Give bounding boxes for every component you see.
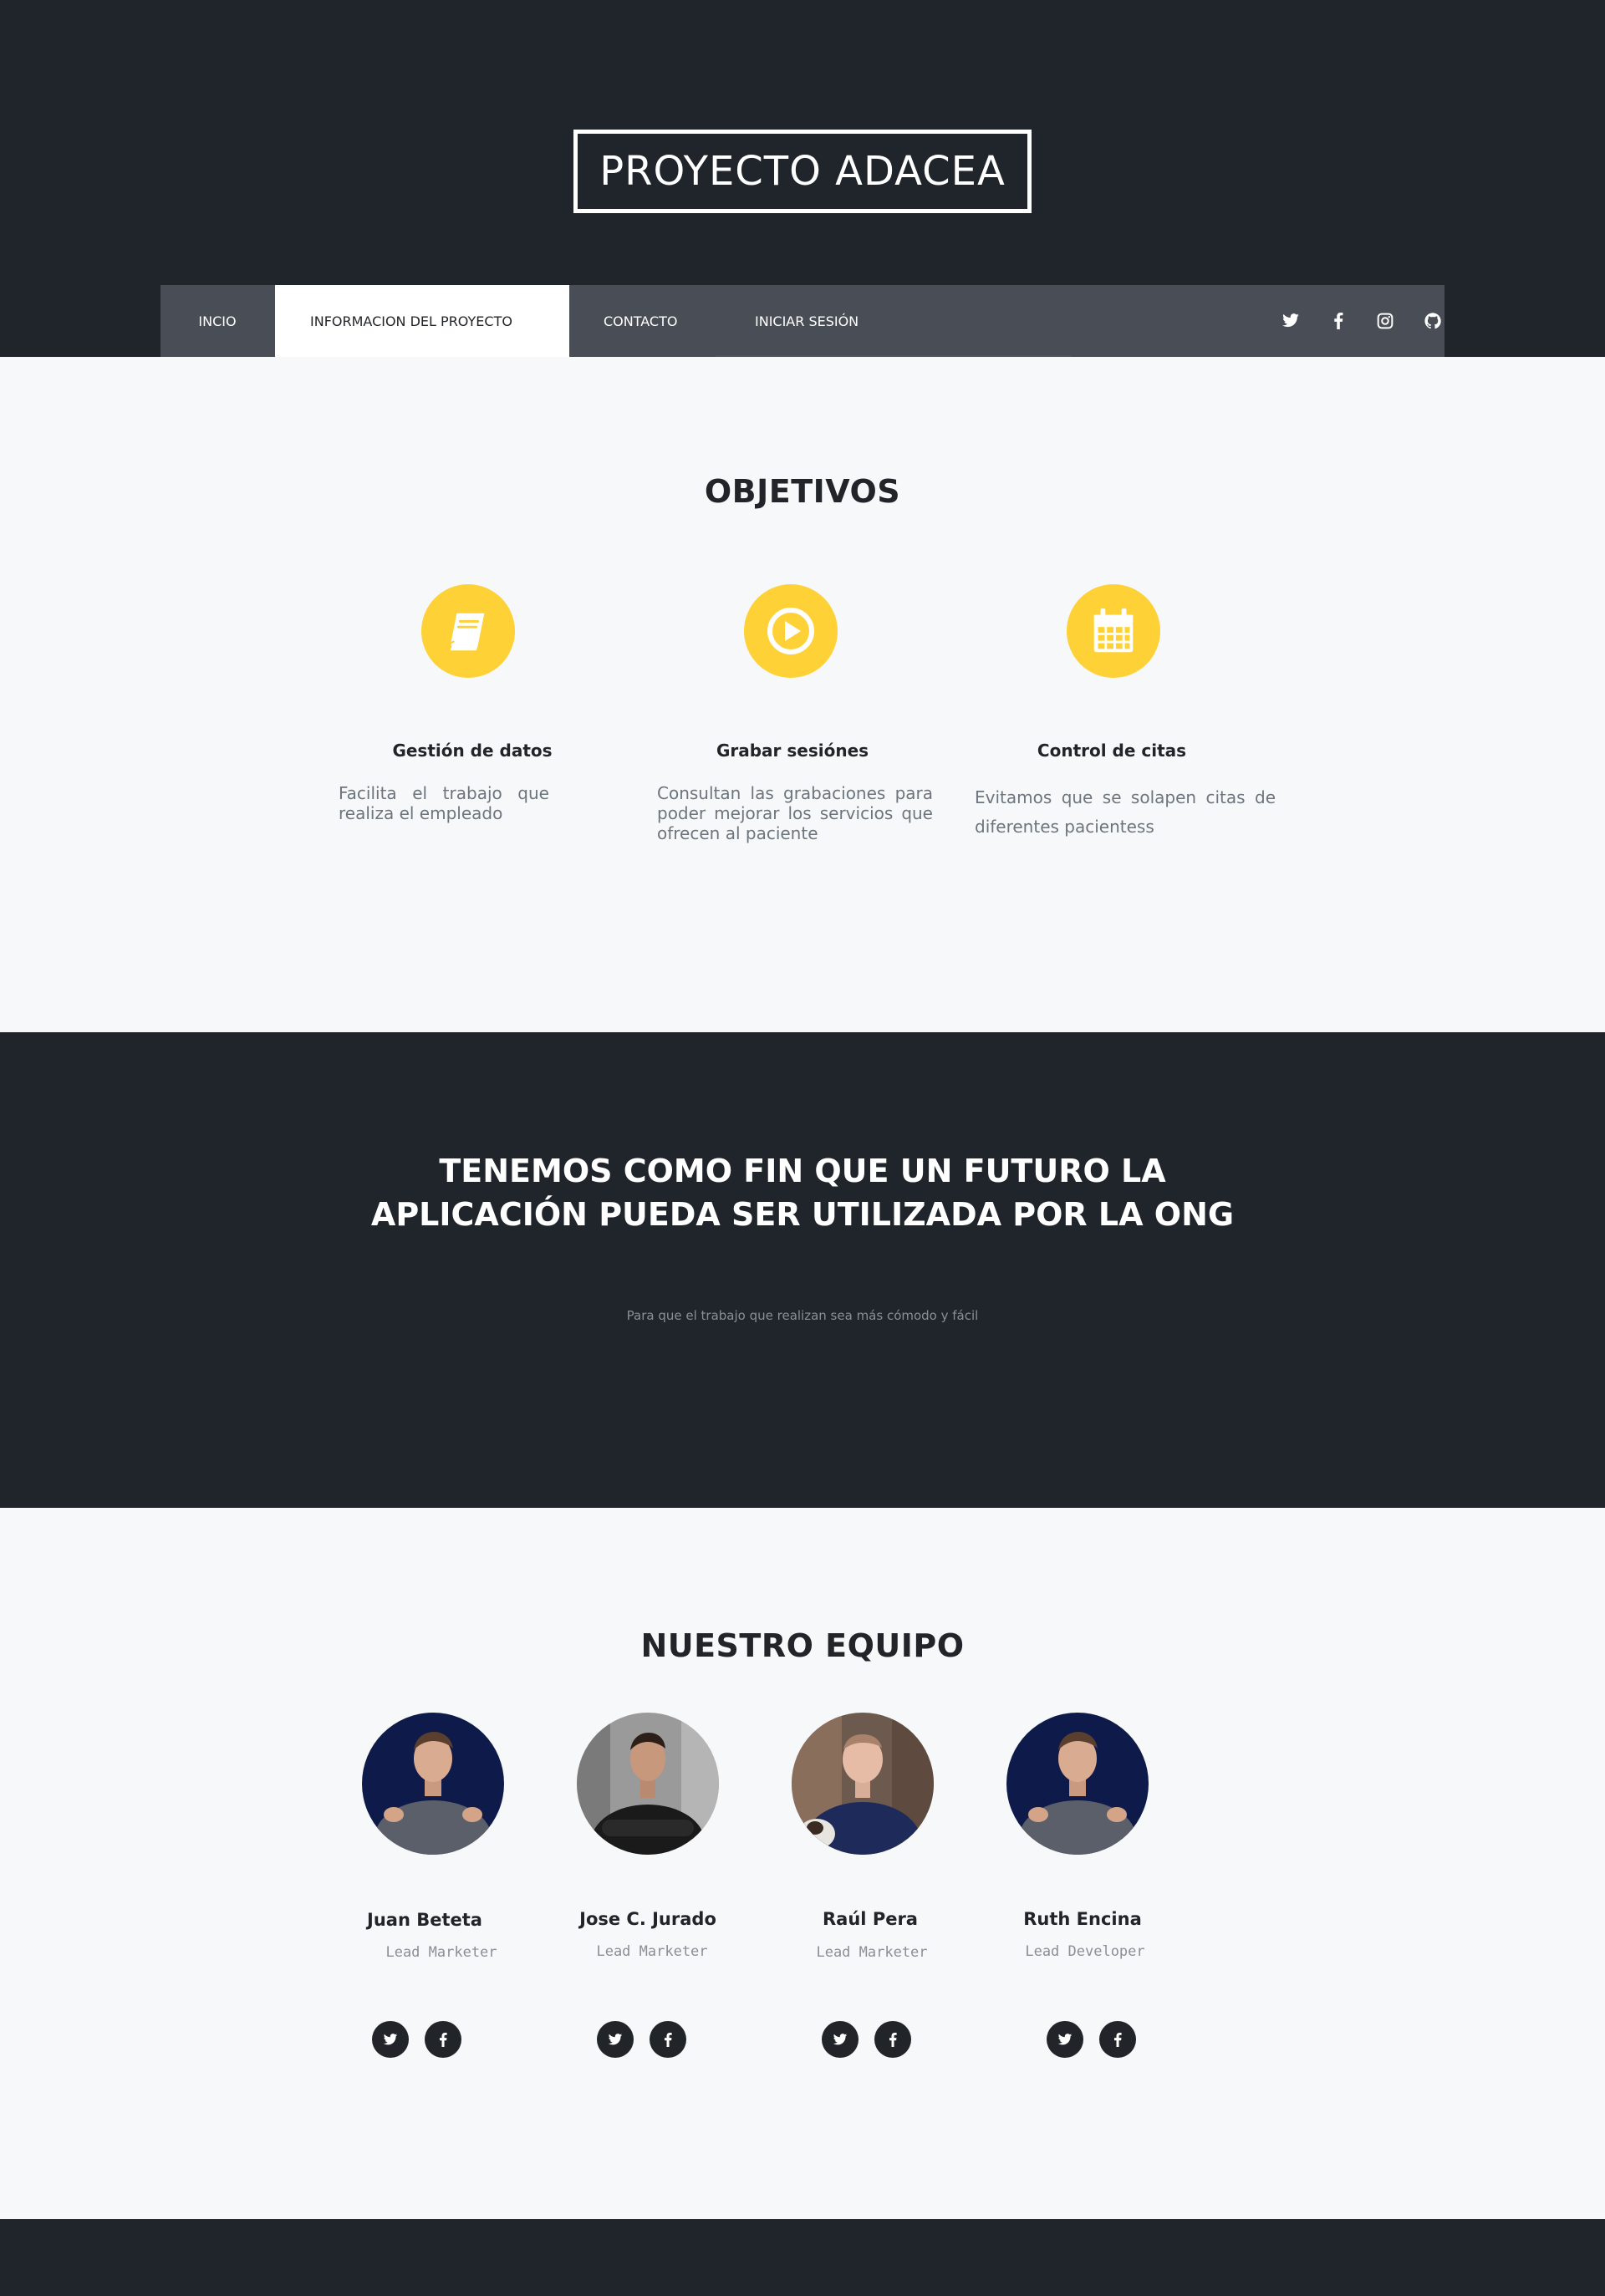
avatar xyxy=(792,1713,934,1855)
twitter-icon[interactable] xyxy=(372,2021,409,2058)
avatar xyxy=(362,1713,504,1855)
team-member-name: Juan Beteta xyxy=(367,1910,482,1930)
brand-title: PROYECTO ADACEA xyxy=(599,148,1006,195)
objective-text: Evitamos que se solapen citas de diferen… xyxy=(975,787,1276,837)
team-member-role: Lead Marketer xyxy=(816,1944,928,1961)
book-icon xyxy=(421,584,515,678)
objective-title: Gestión de datos xyxy=(392,741,553,761)
calendar-icon xyxy=(1067,584,1160,678)
nav-item-iniciar-sesion[interactable]: INICIAR SESIÓN xyxy=(755,285,872,357)
navbar: INCIO INFORMACION DEL PROYECTO CONTACTO … xyxy=(160,285,1444,357)
nav-item-label: INFORMACION DEL PROYECTO xyxy=(310,313,512,329)
section-title-equipo: NUESTRO EQUIPO xyxy=(640,1627,965,1664)
mission-section: TENEMOS COMO FIN QUE UN FUTURO LA APLICA… xyxy=(0,1032,1605,1508)
avatar xyxy=(1006,1713,1149,1855)
twitter-icon[interactable] xyxy=(1274,285,1307,357)
header: PROYECTO ADACEA INCIO INFORMACION DEL PR… xyxy=(0,0,1605,357)
instagram-icon[interactable] xyxy=(1368,285,1402,357)
play-circle-icon xyxy=(744,584,838,678)
objective-text: Consultan las grabaciones para poder mej… xyxy=(657,783,933,843)
facebook-icon[interactable] xyxy=(1099,2021,1136,2058)
team-member-name: Jose C. Jurado xyxy=(579,1909,716,1929)
nav-item-label: CONTACTO xyxy=(604,313,678,329)
footer xyxy=(0,2219,1605,2296)
twitter-icon[interactable] xyxy=(1047,2021,1083,2058)
twitter-icon[interactable] xyxy=(597,2021,634,2058)
objective-title: Grabar sesiónes xyxy=(716,741,869,761)
mission-title: TENEMOS COMO FIN QUE UN FUTURO LA APLICA… xyxy=(370,1153,1235,1233)
nav-item-label: INICIAR SESIÓN xyxy=(755,313,859,329)
team-member-name: Raúl Pera xyxy=(823,1909,918,1929)
team-member-name: Ruth Encina xyxy=(1023,1909,1142,1929)
team-member-role: Lead Marketer xyxy=(385,1944,497,1961)
team-member-role: Lead Developer xyxy=(1025,1943,1145,1960)
section-title-objetivos: OBJETIVOS xyxy=(704,473,901,510)
facebook-icon[interactable] xyxy=(874,2021,911,2058)
nav-item-label: INCIO xyxy=(198,313,237,329)
nav-item-informacion-del-proyecto[interactable]: INFORMACION DEL PROYECTO xyxy=(275,285,569,357)
avatar xyxy=(577,1713,719,1855)
facebook-icon[interactable] xyxy=(425,2021,461,2058)
objective-text: Facilita el trabajo que realiza el emple… xyxy=(339,783,549,823)
brand-logo[interactable]: PROYECTO ADACEA xyxy=(573,130,1032,213)
nav-item-contacto[interactable]: CONTACTO xyxy=(604,285,708,357)
github-icon[interactable] xyxy=(1416,285,1450,357)
nav-divider xyxy=(716,355,1072,357)
nav-item-inicio[interactable]: INCIO xyxy=(160,285,274,357)
twitter-icon[interactable] xyxy=(822,2021,859,2058)
mission-subtitle: Para que el trabajo que realizan sea más… xyxy=(626,1308,979,1323)
facebook-icon[interactable] xyxy=(1322,285,1355,357)
facebook-icon[interactable] xyxy=(650,2021,686,2058)
objective-title: Control de citas xyxy=(1037,741,1187,761)
team-member-role: Lead Marketer xyxy=(596,1943,708,1960)
